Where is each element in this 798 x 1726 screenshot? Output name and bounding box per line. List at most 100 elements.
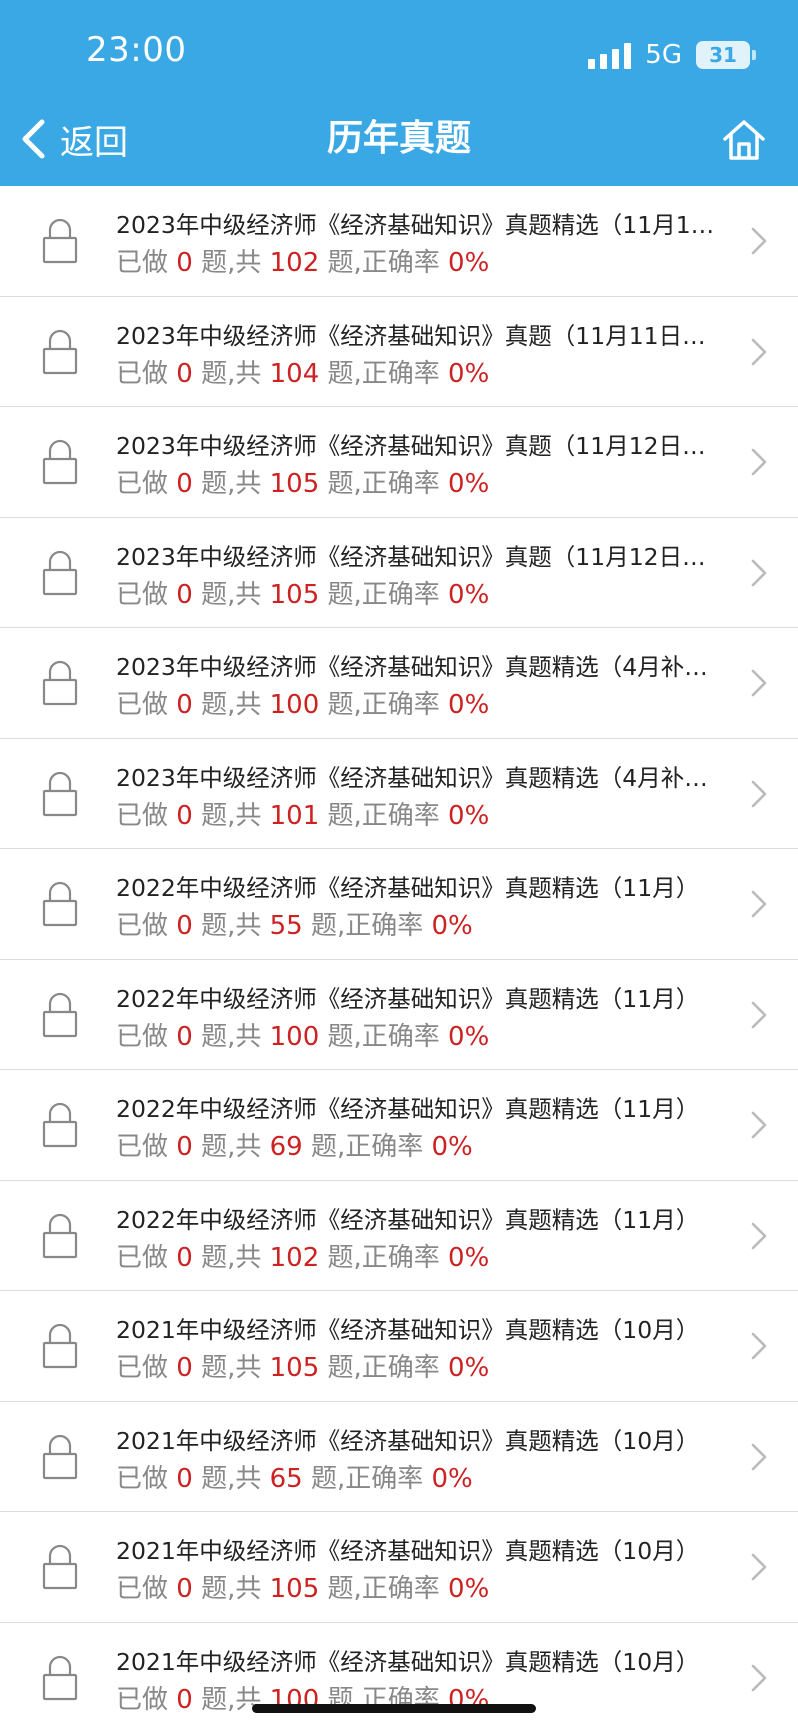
item-title: 2023年中级经济师《经济基础知识》真题（11月12日上午）	[116, 432, 716, 460]
lock-icon	[42, 1102, 78, 1148]
done-count: 0	[176, 469, 193, 499]
total-suffix: 题,正确率	[302, 1463, 432, 1494]
item-stats: 已做 0 题,共 100 题,正确率 0%	[116, 1016, 489, 1053]
done-count: 0	[176, 579, 193, 610]
total-count: 105	[269, 1353, 320, 1383]
done-count: 0	[176, 690, 193, 720]
done-count: 0	[176, 358, 193, 389]
done-prefix: 已做	[116, 579, 177, 610]
lock-icon	[42, 992, 78, 1037]
list-item[interactable]: 2023年中级经济师《经济基础知识》真题精选（4月补考） 已做 0 题,共 101…	[0, 739, 798, 849]
chevron-right-icon	[751, 448, 767, 476]
network-label: 5G	[645, 40, 682, 70]
done-prefix: 已做	[116, 1574, 177, 1604]
accuracy-value: 0%	[448, 579, 490, 610]
list-item[interactable]: 2023年中级经济师《经济基础知识》真题（11月12日上午） 已做 0 题,共 1…	[0, 407, 798, 518]
home-icon[interactable]	[720, 116, 768, 164]
done-count: 0	[176, 911, 193, 941]
done-count: 0	[176, 248, 193, 278]
accuracy-value: 0%	[448, 1353, 490, 1383]
list-item[interactable]: 2023年中级经济师《经济基础知识》真题（11月11日下午） 已做 0 题,共 1…	[0, 297, 798, 407]
total-suffix: 题,正确率	[319, 248, 449, 278]
list-item[interactable]: 2021年中级经济师《经济基础知识》真题精选（10月） 已做 0 题,共 65 题…	[0, 1402, 798, 1512]
done-prefix: 已做	[116, 800, 177, 831]
total-count: 100	[269, 690, 320, 720]
list-item[interactable]: 2022年中级经济师《经济基础知识》真题精选（11月） 已做 0 题,共 102 …	[0, 1181, 798, 1291]
done-prefix: 已做	[116, 1242, 177, 1273]
done-suffix: 题,共	[192, 911, 270, 941]
total-suffix: 题,正确率	[319, 579, 449, 610]
done-suffix: 题,共	[192, 248, 270, 278]
list-item[interactable]: 2022年中级经济师《经济基础知识》真题精选（11月） 已做 0 题,共 55 题…	[0, 849, 798, 960]
list-item[interactable]: 2021年中级经济师《经济基础知识》真题精选（10月） 已做 0 题,共 105 …	[0, 1291, 798, 1402]
accuracy-value: 0%	[448, 248, 490, 278]
item-title: 2021年中级经济师《经济基础知识》真题精选（10月）	[116, 1426, 700, 1455]
accuracy-value: 0%	[431, 911, 473, 941]
list-item[interactable]: 2021年中级经济师《经济基础知识》真题精选（10月） 已做 0 题,共 105 …	[0, 1512, 798, 1623]
chevron-right-icon	[751, 1443, 767, 1470]
total-suffix: 题,正确率	[319, 800, 449, 831]
lock-icon	[42, 1655, 78, 1700]
list-item[interactable]: 2023年中级经济师《经济基础知识》真题（11月12日下午） 已做 0 题,共 1…	[0, 518, 798, 628]
chevron-right-icon	[751, 780, 767, 807]
done-suffix: 题,共	[192, 579, 270, 610]
done-prefix: 已做	[116, 1021, 177, 1052]
item-stats: 已做 0 题,共 102 题,正确率 0%	[116, 242, 489, 279]
item-title: 2022年中级经济师《经济基础知识》真题精选（11月）	[116, 874, 700, 902]
lock-icon	[42, 329, 78, 374]
exam-list: 2023年中级经济师《经济基础知识》真题精选（11月11日上午） 已做 0 题,共…	[0, 186, 798, 1726]
total-count: 69	[269, 1132, 303, 1162]
total-suffix: 题,正确率	[319, 1353, 449, 1383]
done-suffix: 题,共	[192, 800, 270, 831]
chevron-right-icon	[751, 338, 767, 365]
done-count: 0	[176, 1242, 193, 1273]
item-stats: 已做 0 题,共 65 题,正确率 0%	[116, 1458, 473, 1495]
done-count: 0	[176, 1021, 193, 1052]
done-prefix: 已做	[116, 248, 177, 278]
total-count: 105	[269, 469, 320, 499]
item-title: 2022年中级经济师《经济基础知识》真题精选（11月）	[116, 1205, 700, 1234]
list-item[interactable]: 2023年中级经济师《经济基础知识》真题精选（4月补考） 已做 0 题,共 100…	[0, 628, 798, 739]
list-item[interactable]: 2023年中级经济师《经济基础知识》真题精选（11月11日上午） 已做 0 题,共…	[0, 186, 798, 297]
accuracy-value: 0%	[448, 690, 490, 720]
total-suffix: 题,正确率	[319, 358, 449, 389]
done-suffix: 题,共	[192, 690, 270, 720]
total-suffix: 题,正确率	[302, 911, 432, 941]
lock-icon	[42, 881, 78, 927]
item-title: 2022年中级经济师《经济基础知识》真题精选（11月）	[116, 1095, 700, 1123]
item-title: 2021年中级经济师《经济基础知识》真题精选（10月）	[116, 1647, 700, 1676]
accuracy-value: 0%	[448, 358, 490, 389]
done-prefix: 已做	[116, 1463, 177, 1494]
lock-icon	[42, 1323, 78, 1369]
done-count: 0	[176, 1463, 193, 1494]
item-title: 2023年中级经济师《经济基础知识》真题（11月12日下午）	[116, 542, 716, 571]
chevron-right-icon	[751, 890, 767, 918]
item-stats: 已做 0 题,共 104 题,正确率 0%	[116, 353, 489, 390]
done-count: 0	[176, 1574, 193, 1604]
chevron-right-icon	[751, 559, 767, 586]
total-count: 105	[269, 579, 320, 610]
chevron-right-icon	[751, 669, 767, 697]
accuracy-value: 0%	[448, 469, 490, 499]
item-title: 2022年中级经济师《经济基础知识》真题精选（11月）	[116, 984, 700, 1013]
done-suffix: 题,共	[192, 1353, 270, 1383]
chevron-right-icon	[751, 1001, 767, 1028]
accuracy-value: 0%	[448, 1021, 490, 1052]
chevron-right-icon	[751, 1664, 767, 1691]
lock-icon	[42, 771, 78, 816]
done-prefix: 已做	[116, 469, 177, 499]
chevron-right-icon	[751, 1553, 767, 1581]
done-prefix: 已做	[116, 358, 177, 389]
chevron-right-icon	[751, 1222, 767, 1249]
item-stats: 已做 0 题,共 101 题,正确率 0%	[116, 795, 489, 832]
list-item[interactable]: 2022年中级经济师《经济基础知识》真题精选（11月） 已做 0 题,共 69 题…	[0, 1070, 798, 1181]
total-count: 104	[269, 358, 320, 389]
accuracy-value: 0%	[448, 800, 490, 831]
total-count: 55	[269, 911, 303, 941]
accuracy-value: 0%	[448, 1242, 490, 1273]
list-item[interactable]: 2022年中级经济师《经济基础知识》真题精选（11月） 已做 0 题,共 100 …	[0, 960, 798, 1070]
total-count: 102	[269, 1242, 320, 1273]
item-title: 2023年中级经济师《经济基础知识》真题精选（11月11日上午）	[116, 211, 716, 239]
done-suffix: 题,共	[192, 469, 270, 499]
total-count: 105	[269, 1574, 320, 1604]
